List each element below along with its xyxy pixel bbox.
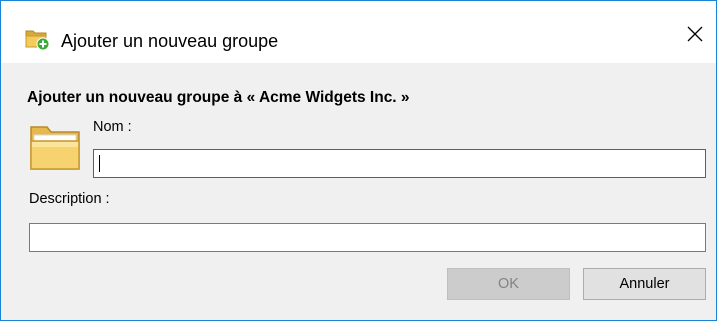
text-caret	[99, 155, 100, 172]
ok-button[interactable]: OK	[447, 268, 570, 300]
dialog-body: Ajouter un nouveau groupe à « Acme Widge…	[1, 63, 716, 320]
close-icon	[687, 26, 703, 47]
name-label: Nom :	[93, 119, 132, 135]
window-title: Ajouter un nouveau groupe	[61, 31, 279, 51]
dialog-heading: Ajouter un nouveau groupe à « Acme Widge…	[27, 89, 410, 106]
description-field[interactable]	[29, 223, 706, 252]
name-field[interactable]	[93, 149, 706, 178]
folder-add-icon	[25, 28, 51, 51]
folder-icon	[29, 123, 81, 173]
close-button[interactable]	[676, 17, 714, 55]
add-group-dialog: Ajouter un nouveau groupe Ajouter un nou…	[0, 0, 717, 321]
description-label: Description :	[29, 191, 110, 207]
title-bar: Ajouter un nouveau groupe	[1, 1, 716, 63]
cancel-button[interactable]: Annuler	[583, 268, 706, 300]
